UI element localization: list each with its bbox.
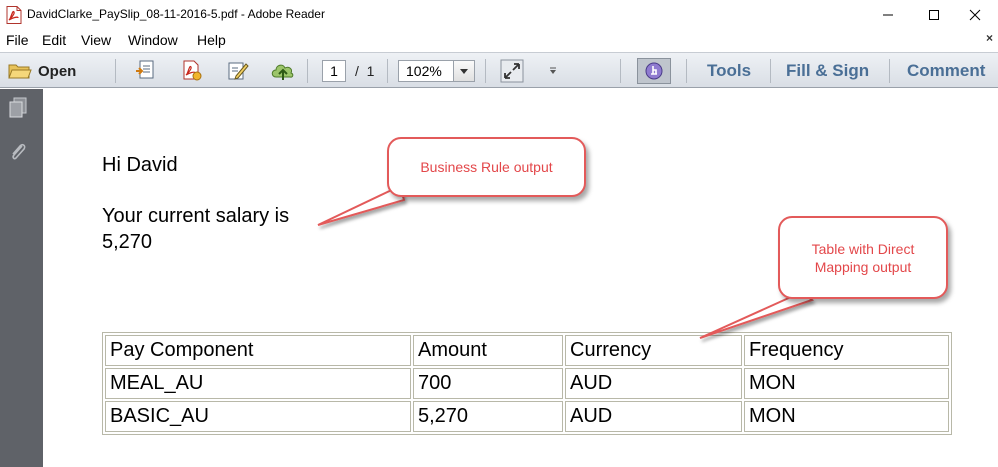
zoom-dropdown-button[interactable] <box>454 60 475 82</box>
edit-pdf-button[interactable] <box>226 58 250 84</box>
close-icon <box>969 9 981 21</box>
salary-value: 5,270 <box>102 231 153 253</box>
window-title: DavidClarke_PaySlip_08-11-2016-5.pdf - A… <box>27 7 325 21</box>
open-label: Open <box>38 62 77 80</box>
page-separator: / <box>355 63 359 79</box>
toolbar-divider <box>686 59 687 83</box>
create-pdf-icon <box>136 60 154 79</box>
table-mapping-callout: Table with Direct Mapping output <box>778 216 948 299</box>
toolbar-divider <box>307 59 308 83</box>
table-callout-line1: Table with Direct <box>811 241 915 257</box>
menu-window[interactable]: Window <box>128 32 178 48</box>
folder-icon <box>8 64 32 79</box>
create-pdf-button[interactable] <box>134 58 158 84</box>
toolbar: Open 1 / 1 102% Tools Fill & Sign Commen… <box>0 52 998 88</box>
navigation-pane <box>0 89 43 467</box>
toolbar-divider <box>889 59 890 83</box>
table-row: BASIC_AU 5,270 AUD MON <box>105 401 949 432</box>
menu-edit[interactable]: Edit <box>42 32 66 48</box>
pay-components-table: Pay Component Amount Currency Frequency … <box>102 332 952 435</box>
pdf-export-icon <box>183 60 202 81</box>
menu-file[interactable]: File <box>6 32 29 48</box>
attachments-icon[interactable] <box>8 141 28 163</box>
business-rule-callout-text: Business Rule output <box>420 159 553 175</box>
touch-mode-button[interactable] <box>637 58 671 84</box>
toolbar-divider <box>387 59 388 83</box>
greeting-text: Hi David <box>102 154 178 176</box>
menu-view[interactable]: View <box>81 32 111 48</box>
pdf-file-icon <box>6 6 22 24</box>
table-callout-line2: Mapping output <box>814 259 912 275</box>
expand-icon <box>500 59 524 83</box>
comment-pane-button[interactable]: Comment <box>907 61 985 81</box>
table-cell: MEAL_AU <box>105 368 411 399</box>
table-cell: BASIC_AU <box>105 401 411 432</box>
minimize-button[interactable] <box>865 0 911 30</box>
fill-sign-pane-button[interactable]: Fill & Sign <box>786 61 869 81</box>
open-button[interactable]: Open <box>8 58 76 84</box>
close-document-button[interactable]: × <box>986 31 993 45</box>
chevron-down-icon <box>550 67 556 74</box>
table-cell: 700 <box>413 368 563 399</box>
maximize-icon <box>929 10 939 20</box>
menu-help[interactable]: Help <box>197 32 226 48</box>
page-count: / 1 <box>355 63 374 79</box>
table-cell: 5,270 <box>413 401 563 432</box>
tools-pane-button[interactable]: Tools <box>707 61 751 81</box>
table-cell: MON <box>744 401 949 432</box>
edit-document-icon <box>228 62 249 80</box>
business-rule-callout: Business Rule output <box>387 137 586 197</box>
minimize-icon <box>883 14 893 16</box>
page-number-input[interactable]: 1 <box>322 60 346 82</box>
table-cell: AUD <box>565 368 742 399</box>
column-header: Pay Component <box>105 335 411 366</box>
export-pdf-button[interactable] <box>180 58 204 84</box>
zoom-input[interactable]: 102% <box>398 60 454 82</box>
toolbar-divider <box>770 59 771 83</box>
table-row: MEAL_AU 700 AUD MON <box>105 368 949 399</box>
chevron-down-icon <box>460 68 468 74</box>
full-screen-button[interactable] <box>500 58 524 84</box>
column-header: Frequency <box>744 335 949 366</box>
menu-bar: File Edit View Window Help × <box>0 30 998 52</box>
salary-text: Your current salary is <box>102 205 290 227</box>
close-window-button[interactable] <box>952 0 998 30</box>
maximize-button[interactable] <box>911 0 957 30</box>
more-tools-button[interactable] <box>548 58 558 84</box>
column-header: Amount <box>413 335 563 366</box>
cloud-upload-icon <box>271 64 294 80</box>
table-header-row: Pay Component Amount Currency Frequency <box>105 335 949 366</box>
toolbar-divider <box>485 59 486 83</box>
upload-button[interactable] <box>270 58 296 84</box>
table-cell: AUD <box>565 401 742 432</box>
column-header: Currency <box>565 335 742 366</box>
toolbar-divider <box>115 59 116 83</box>
total-pages: 1 <box>366 63 375 79</box>
title-bar: DavidClarke_PaySlip_08-11-2016-5.pdf - A… <box>0 0 998 30</box>
hand-pointer-icon <box>645 62 663 80</box>
table-cell: MON <box>744 368 949 399</box>
page-thumbnails-icon[interactable] <box>8 97 28 119</box>
toolbar-divider <box>620 59 621 83</box>
